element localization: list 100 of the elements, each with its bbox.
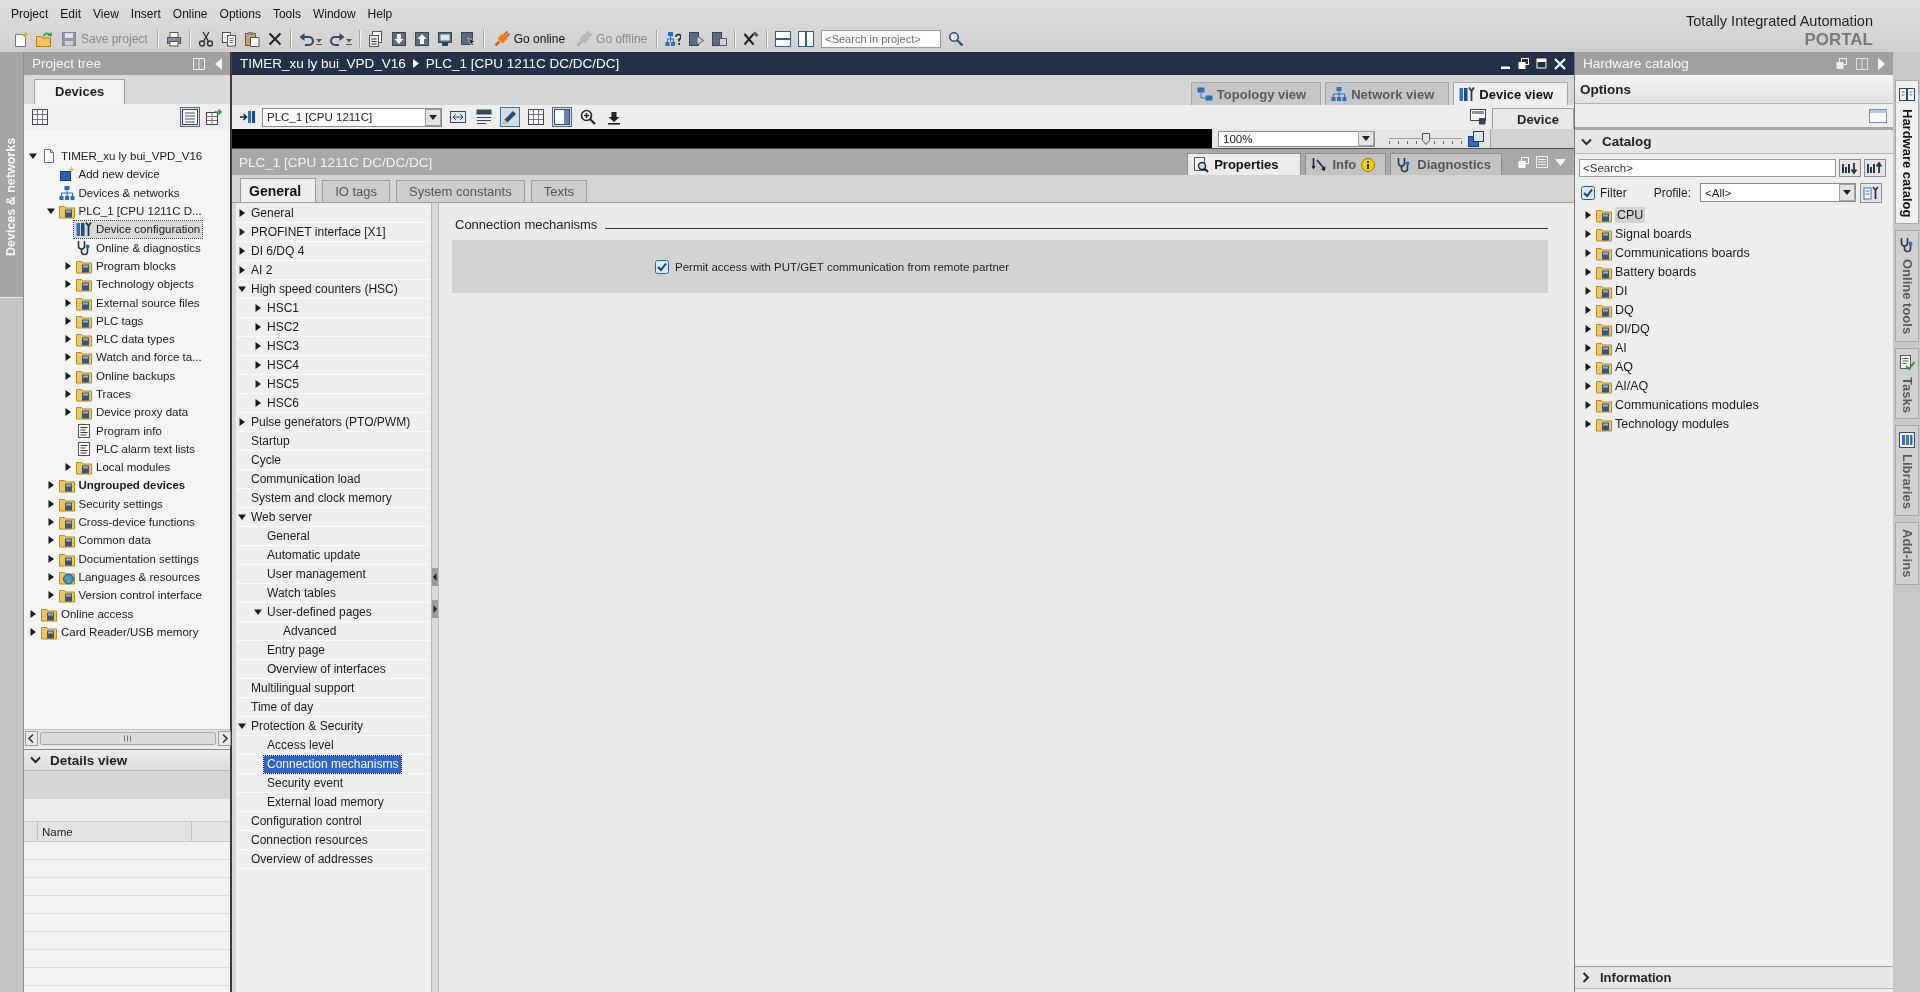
nav-item[interactable]: Watch tables	[264, 584, 339, 602]
nav-item[interactable]: High speed counters (HSC)	[248, 280, 401, 298]
nav-item[interactable]: Overview of addresses	[248, 850, 377, 868]
arrow-right-icon[interactable]	[1584, 400, 1592, 409]
tree-item[interactable]: PLC alarm text lists	[74, 440, 198, 458]
close-icon[interactable]	[1554, 57, 1566, 70]
arrow-right-icon[interactable]	[64, 298, 72, 307]
nav-item[interactable]: Connection mechanisms	[264, 755, 402, 773]
inspector-tab[interactable]: Diagnostics	[1390, 153, 1502, 175]
inspector-tab[interactable]: General	[240, 178, 317, 202]
arrow-down-icon[interactable]	[29, 152, 37, 161]
arrow-right-icon[interactable]	[64, 353, 72, 362]
nav-item[interactable]: HSC2	[264, 318, 302, 336]
catalog-item[interactable]: AI	[1594, 339, 1629, 356]
scroll-right-icon[interactable]	[218, 730, 231, 746]
nav-item[interactable]: HSC6	[264, 394, 302, 412]
folder-arrow-icon[interactable]	[36, 30, 52, 47]
nav-item[interactable]: DI 6/DQ 4	[248, 242, 308, 260]
catalog-item[interactable]: DQ	[1594, 301, 1636, 318]
catalog-item[interactable]: DI	[1594, 282, 1630, 299]
nav-item[interactable]: Communication load	[248, 470, 364, 488]
restore-icon[interactable]	[1518, 58, 1529, 69]
inspector-tab[interactable]: Properties	[1187, 153, 1302, 175]
scrollbar-thumb[interactable]	[40, 731, 216, 745]
profile-dropdown[interactable]: <All>	[1700, 183, 1857, 202]
split-horizontal-icon[interactable]	[775, 30, 792, 47]
window-icon[interactable]	[1869, 108, 1887, 123]
menu-item[interactable]: Edit	[54, 3, 88, 24]
nav-item[interactable]: Cycle	[248, 451, 284, 469]
arrow-right-icon[interactable]	[29, 609, 37, 618]
nav-item[interactable]: HSC1	[264, 299, 302, 317]
zoom-dropdown[interactable]: 100%	[1218, 130, 1375, 147]
nav-item[interactable]: User-defined pages	[264, 603, 375, 621]
delete-icon[interactable]	[266, 30, 283, 47]
chevron-right-icon[interactable]	[1582, 972, 1590, 983]
tree-item[interactable]: Ungrouped devices	[56, 477, 188, 494]
tree-item[interactable]: Traces	[74, 385, 133, 403]
nav-item[interactable]: HSC4	[264, 356, 302, 374]
maximize-icon[interactable]	[1536, 58, 1547, 69]
arrow-right-icon[interactable]	[64, 261, 72, 270]
arrow-right-icon[interactable]	[1584, 248, 1592, 257]
nav-item[interactable]: Access level	[264, 736, 337, 754]
inspector-tab[interactable]: System constants	[396, 180, 525, 202]
list-header-icon[interactable]	[474, 107, 494, 127]
arrow-right-icon[interactable]	[64, 280, 72, 289]
nav-item[interactable]: Overview of interfaces	[264, 660, 389, 678]
catalog-item[interactable]: Signal boards	[1594, 225, 1694, 242]
tree-item[interactable]: Online & diagnostics	[74, 239, 203, 257]
arrow-right-icon[interactable]	[238, 418, 246, 426]
arrow-right-icon[interactable]	[254, 323, 262, 331]
breadcrumb-item[interactable]: TIMER_xu ly bui_VPD_V16	[240, 56, 406, 71]
arrow-right-icon[interactable]	[1584, 343, 1592, 352]
arrow-right-icon[interactable]	[1584, 229, 1592, 238]
menu-item[interactable]: Project	[5, 3, 55, 24]
arrow-right-icon[interactable]	[46, 591, 55, 600]
arrow-right-icon[interactable]	[1584, 305, 1592, 314]
tree-item[interactable]: Security settings	[56, 495, 165, 513]
arrow-down-icon[interactable]	[238, 285, 246, 293]
tree-item[interactable]: Program blocks	[74, 257, 178, 275]
catalog-item[interactable]: AI/AQ	[1594, 377, 1651, 394]
catalog-item[interactable]: Battery boards	[1594, 263, 1699, 280]
stacked-pages-icon[interactable]	[367, 30, 384, 47]
arrow-right-icon[interactable]	[254, 399, 262, 407]
grid-icon[interactable]	[30, 107, 50, 127]
side-tab[interactable]: Online tools	[1895, 230, 1919, 342]
menu-item[interactable]: Options	[213, 3, 267, 24]
module-stop-icon[interactable]	[711, 30, 728, 47]
tree-item[interactable]: TIMER_xu ly bui_VPD_V16	[39, 147, 205, 165]
nav-item[interactable]: Time of day	[248, 698, 317, 716]
arrow-right-icon[interactable]	[46, 572, 55, 581]
arrow-right-icon[interactable]	[46, 536, 55, 545]
nav-item[interactable]: HSC5	[264, 375, 302, 393]
tree-item[interactable]: Program info	[74, 422, 164, 440]
expand-right-icon[interactable]	[432, 600, 438, 618]
module-play-icon[interactable]	[688, 30, 705, 47]
side-tab[interactable]: Add-ins	[1895, 522, 1919, 585]
window-square-icon[interactable]	[1470, 109, 1486, 125]
arrow-down-icon[interactable]	[254, 608, 262, 616]
arrow-right-icon[interactable]	[64, 408, 72, 417]
menu-item[interactable]: Help	[361, 3, 399, 24]
nav-item[interactable]: Advanced	[280, 622, 340, 640]
arrow-right-icon[interactable]	[64, 463, 72, 472]
tree-item[interactable]: PLC tags	[74, 312, 146, 330]
arrow-right-icon[interactable]	[1584, 362, 1592, 371]
horizontal-scrollbar[interactable]	[24, 729, 230, 746]
device-dropdown[interactable]: PLC_1 [CPU 1211C]	[262, 107, 442, 127]
arrow-right-icon[interactable]	[1584, 286, 1592, 295]
scroll-left-icon[interactable]	[25, 730, 38, 746]
section-header[interactable]: Catalog	[1602, 134, 1652, 149]
arrow-right-icon[interactable]	[254, 380, 262, 388]
tree-item[interactable]: Online access	[39, 605, 136, 623]
pen-icon[interactable]	[500, 107, 520, 127]
arrow-right-icon[interactable]	[64, 335, 72, 344]
arrow-right-icon[interactable]	[29, 627, 37, 636]
copy-icon[interactable]	[220, 30, 237, 47]
inspector-tab[interactable]: IO tags	[322, 180, 391, 202]
nav-item[interactable]: User management	[264, 565, 369, 583]
nav-item[interactable]: PROFINET interface [X1]	[248, 223, 389, 241]
menu-item[interactable]: Online	[166, 3, 214, 24]
search-field[interactable]: <Search in project>	[821, 29, 942, 48]
